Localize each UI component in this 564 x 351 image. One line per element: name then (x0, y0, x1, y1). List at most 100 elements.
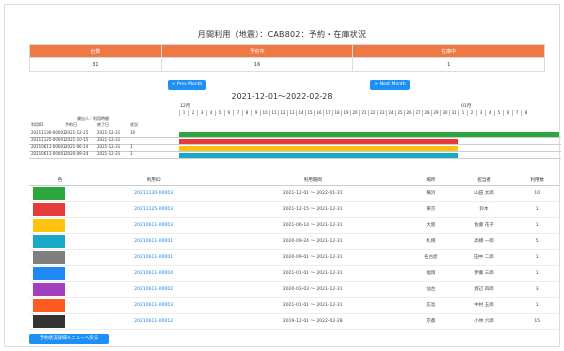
person-cell: 小林 六郎 (452, 313, 516, 330)
count-cell: 10 (515, 185, 559, 202)
day-cell: 3 (197, 110, 206, 116)
day-cell: 2 (467, 110, 476, 116)
summary-value-stock: 1 (352, 57, 545, 72)
color-swatch (33, 250, 65, 264)
period-cell: 2021-06-14 ～ 2021-12-31 (216, 217, 410, 234)
reservation-id-link[interactable]: 20211130-00003 (134, 191, 173, 196)
period-cell: 2021-12-01 ～ 2022-01-31 (216, 185, 410, 202)
col-person: 担当者 (452, 176, 516, 186)
next-month-button[interactable]: > Next Month (370, 80, 410, 90)
day-cell: 13 (287, 110, 296, 116)
place-cell: 横浜 (409, 185, 453, 202)
count-cell: 1 (515, 201, 559, 218)
color-cell (29, 185, 91, 202)
color-cell (29, 249, 91, 266)
gantt-col-start: 予約日 (65, 122, 77, 127)
summary-value-reserved: 16 (160, 57, 354, 72)
day-cell: 31 (449, 110, 458, 116)
color-cell (29, 281, 91, 298)
color-swatch (33, 234, 65, 248)
col-period: 利用期間 (216, 176, 410, 186)
reservation-id-cell: 20210611-00001 (91, 233, 217, 250)
reservation-id-link[interactable]: 20210611-00012 (134, 319, 173, 324)
day-cell: 22 (368, 110, 377, 116)
gantt-chart: 12月 01月 1 2 3 4 5 6 7 8 9 10 11 12 13 14 15 16 17 18 19 20 2… (29, 101, 561, 181)
day-cell: 21 (359, 110, 368, 116)
day-cell: 23 (377, 110, 386, 116)
day-cell: 25 (395, 110, 404, 116)
col-id: 利用ID (91, 176, 217, 186)
day-cell: 17 (323, 110, 332, 116)
period-cell: 2021-01-01 ～ 2021-12-31 (216, 265, 410, 282)
reservation-id-cell: 20210611-00004 (91, 265, 217, 282)
day-cell: 6 (503, 110, 512, 116)
color-swatch (33, 314, 65, 328)
day-cell: 12 (278, 110, 287, 116)
reservation-id-cell: 20211125-00003 (91, 201, 217, 218)
gantt-cell: 20210611-00003 (31, 144, 66, 149)
color-swatch (33, 298, 65, 312)
day-cell: 9 (251, 110, 260, 116)
reservation-id-link[interactable]: 20210611-00004 (134, 271, 173, 276)
count-cell: 5 (515, 233, 559, 250)
day-cell: 5 (494, 110, 503, 116)
place-cell: 京都 (409, 313, 453, 330)
col-place: 場所 (409, 176, 453, 186)
reservation-id-cell: 20210611-00003 (91, 217, 217, 234)
reservation-id-cell: 20210611-00002 (91, 281, 217, 298)
person-cell: 田中 二郎 (452, 249, 516, 266)
gantt-cell: 2021-12-31 (97, 137, 121, 142)
day-cell: 8 (242, 110, 251, 116)
day-cell: 7 (512, 110, 521, 116)
gantt-col-end: 終了日 (97, 122, 109, 127)
color-swatch (33, 282, 65, 296)
reservation-id-cell: 20210611-00012 (91, 313, 217, 330)
reservation-table: 色 利用ID 利用期間 場所 担当者 利用数 20211130-00003 202… (29, 176, 559, 330)
col-color: 色 (29, 176, 91, 186)
table-row: 20210611-00002 2020-03-03 ～ 2021-12-31 仙台渡… (29, 281, 559, 298)
day-cell: 24 (386, 110, 395, 116)
day-cell: 7 (233, 110, 242, 116)
period-cell: 2021-12-15 ～ 2021-12-31 (216, 201, 410, 218)
gantt-cell: 2021-12-31 (97, 151, 121, 156)
day-cell: 15 (305, 110, 314, 116)
place-cell: 札幌 (409, 233, 453, 250)
gantt-cell: 20211130-00003 (31, 130, 66, 135)
summary-header-reserved: 予約中 (160, 44, 354, 58)
back-to-menu-button[interactable]: 予約状況詳細メニューへ戻る (29, 334, 109, 344)
day-cell: 18 (332, 110, 341, 116)
place-cell: 福岡 (409, 265, 453, 282)
reservation-id-link[interactable]: 20211125-00003 (134, 207, 173, 212)
period-cell: 2020-03-03 ～ 2021-12-31 (216, 281, 410, 298)
gantt-cell: 2020-09-24 (65, 151, 89, 156)
month-label-jan: 01月 (461, 104, 472, 109)
reservation-id-link[interactable]: 20210611-00002 (134, 287, 173, 292)
reservation-id-link[interactable]: 20210611-00003 (134, 223, 173, 228)
reservation-id-cell: 20211130-00003 (91, 185, 217, 202)
count-cell: 1 (515, 265, 559, 282)
day-cell: 4 (485, 110, 494, 116)
table-row: 20210611-00012 2019-12-01 ～ 2022-02-28 京都小… (29, 313, 559, 330)
prev-month-button[interactable]: < Prev Month (168, 80, 206, 90)
day-cell: 26 (404, 110, 413, 116)
reservation-id-link[interactable]: 20210611-00003 (134, 303, 173, 308)
count-cell: 1 (515, 217, 559, 234)
day-cell: 14 (296, 110, 305, 116)
page-frame: 月間利用（地震）：CAB802：予約・在庫状況 台数 予約中 在庫中 31 16… (4, 4, 561, 347)
gantt-cell: 2021-12-31 (97, 130, 121, 135)
reservation-id-link[interactable]: 20210611-00001 (134, 239, 173, 244)
day-cell: 3 (476, 110, 485, 116)
reservation-id-link[interactable]: 20210611-00001 (134, 255, 173, 260)
day-cell: 1 (458, 110, 467, 116)
page-title: 月間利用（地震）：CAB802：予約・在庫状況 (197, 30, 367, 39)
gantt-col-status: 状況 (130, 122, 138, 127)
color-swatch (33, 218, 65, 232)
person-cell: 伊藤 三郎 (452, 265, 516, 282)
count-cell: 3 (515, 281, 559, 298)
day-cell: 8 (521, 110, 530, 116)
col-count: 利用数 (515, 176, 559, 186)
day-cell: 20 (350, 110, 359, 116)
table-row: 20210611-00001 2020-09-24 ～ 2021-12-31 札幌高… (29, 233, 559, 250)
place-cell: 東京 (409, 201, 453, 218)
gantt-cell: 1 (130, 144, 133, 149)
